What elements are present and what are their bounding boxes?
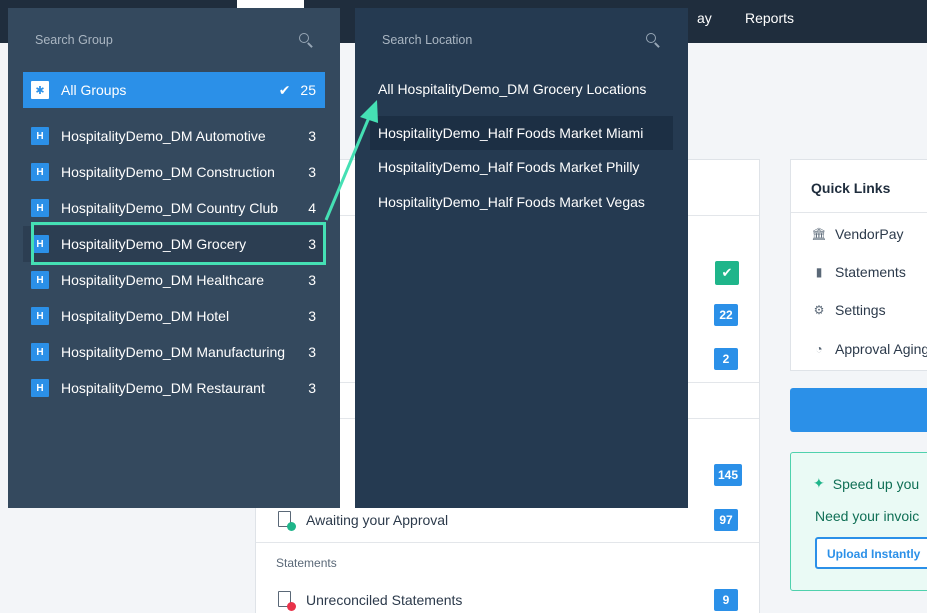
document-user-icon <box>278 511 296 531</box>
group-item[interactable]: H HospitalityDemo_DM Hotel 3 <box>23 298 325 334</box>
awaiting-approval-label[interactable]: Awaiting your Approval <box>306 512 448 528</box>
bank-icon: 🏛 <box>811 227 827 241</box>
quick-link-vendorpay[interactable]: 🏛 VendorPay <box>811 226 904 242</box>
location-item[interactable]: HospitalityDemo_Half Foods Market Vegas <box>370 185 673 219</box>
document-icon: ▮ <box>815 265 823 279</box>
search-icon[interactable] <box>646 33 660 48</box>
promo-subline: Need your invoic <box>815 508 920 524</box>
group-badge: H <box>31 307 49 325</box>
group-count: 3 <box>308 308 316 324</box>
group-item-all[interactable]: ✱ All Groups ✔ 25 <box>23 72 325 108</box>
nav-item-partial[interactable]: ay <box>697 10 712 26</box>
divider <box>791 212 927 213</box>
divider <box>256 542 759 543</box>
document-alert-icon <box>278 591 296 611</box>
active-tab-indicator <box>237 0 304 8</box>
group-item[interactable]: H HospitalityDemo_DM Restaurant 3 <box>23 370 325 406</box>
quick-links-title: Quick Links <box>811 180 891 196</box>
group-label: All Groups <box>61 82 127 98</box>
check-badge: ✔ <box>715 261 739 285</box>
count-badge[interactable]: 22 <box>714 304 738 326</box>
location-dropdown-panel: Search Location All HospitalityDemo_DM G… <box>355 8 688 508</box>
nav-item-reports[interactable]: Reports <box>745 10 794 26</box>
group-item[interactable]: H HospitalityDemo_DM Country Club 4 <box>23 190 325 226</box>
group-count: 3 <box>308 380 316 396</box>
quick-link-label: Statements <box>835 264 906 280</box>
group-item[interactable]: H HospitalityDemo_DM Construction 3 <box>23 154 325 190</box>
group-label: HospitalityDemo_DM Country Club <box>61 200 279 216</box>
search-icon[interactable] <box>299 33 313 48</box>
quick-link-label: Settings <box>835 302 886 318</box>
quick-link-label: Approval Aging <box>835 341 927 357</box>
count-badge[interactable]: 97 <box>714 509 738 531</box>
checkmark-icon: ✔ <box>278 81 291 98</box>
statements-heading: Statements <box>276 556 337 570</box>
location-item-all[interactable]: All HospitalityDemo_DM Grocery Locations <box>370 72 673 106</box>
group-item[interactable]: H HospitalityDemo_DM Healthcare 3 <box>23 262 325 298</box>
group-label: HospitalityDemo_DM Manufacturing <box>61 344 286 360</box>
annotation-arrow-icon <box>324 100 378 221</box>
group-badge: H <box>31 163 49 181</box>
sparkle-icon: ✦ <box>813 475 825 491</box>
group-badge: H <box>31 379 49 397</box>
gear-icon: ⚙ <box>813 303 825 317</box>
group-label: HospitalityDemo_DM Construction <box>61 164 275 180</box>
group-badge: H <box>31 127 49 145</box>
group-label: HospitalityDemo_DM Healthcare <box>61 272 265 288</box>
quick-link-statements[interactable]: ▮ Statements <box>811 264 906 280</box>
count-badge[interactable]: 145 <box>714 464 743 486</box>
group-badge: H <box>31 271 49 289</box>
quick-link-label: VendorPay <box>835 226 904 242</box>
group-item[interactable]: H HospitalityDemo_DM Automotive 3 <box>23 118 325 154</box>
count-badge[interactable]: 9 <box>714 589 738 611</box>
annotation-highlight-box <box>31 222 326 265</box>
upload-instantly-button[interactable]: Upload Instantly <box>815 537 927 569</box>
group-badge: H <box>31 199 49 217</box>
search-group-input[interactable]: Search Group <box>35 33 320 47</box>
group-count: 3 <box>308 344 316 360</box>
quick-links-card: Quick Links 🏛 VendorPay ▮ Statements ⚙ S… <box>790 159 927 371</box>
location-item[interactable]: HospitalityDemo_Half Foods Market Philly <box>370 150 673 184</box>
promo-headline: Speed up you <box>832 475 920 492</box>
asterisk-icon: ✱ <box>31 81 49 99</box>
quick-link-approval-aging[interactable]: ◔ Approval Aging <box>811 341 927 357</box>
group-label: HospitalityDemo_DM Hotel <box>61 308 230 324</box>
count-badge[interactable]: 2 <box>714 348 738 370</box>
aging-icon: ◔ <box>815 342 823 356</box>
group-badge: H <box>31 343 49 361</box>
promo-card: ✦ Speed up you Need your invoic Upload I… <box>790 452 927 591</box>
primary-action-bar[interactable] <box>790 388 927 432</box>
quick-link-settings[interactable]: ⚙ Settings <box>811 302 886 318</box>
group-item[interactable]: H HospitalityDemo_DM Manufacturing 3 <box>23 334 325 370</box>
search-location-input[interactable]: Search Location <box>382 33 667 47</box>
unreconciled-statements-label[interactable]: Unreconciled Statements <box>306 592 462 608</box>
location-item[interactable]: HospitalityDemo_Half Foods Market Miami <box>370 116 673 150</box>
group-label: HospitalityDemo_DM Restaurant <box>61 380 265 396</box>
group-label: HospitalityDemo_DM Automotive <box>61 128 266 144</box>
